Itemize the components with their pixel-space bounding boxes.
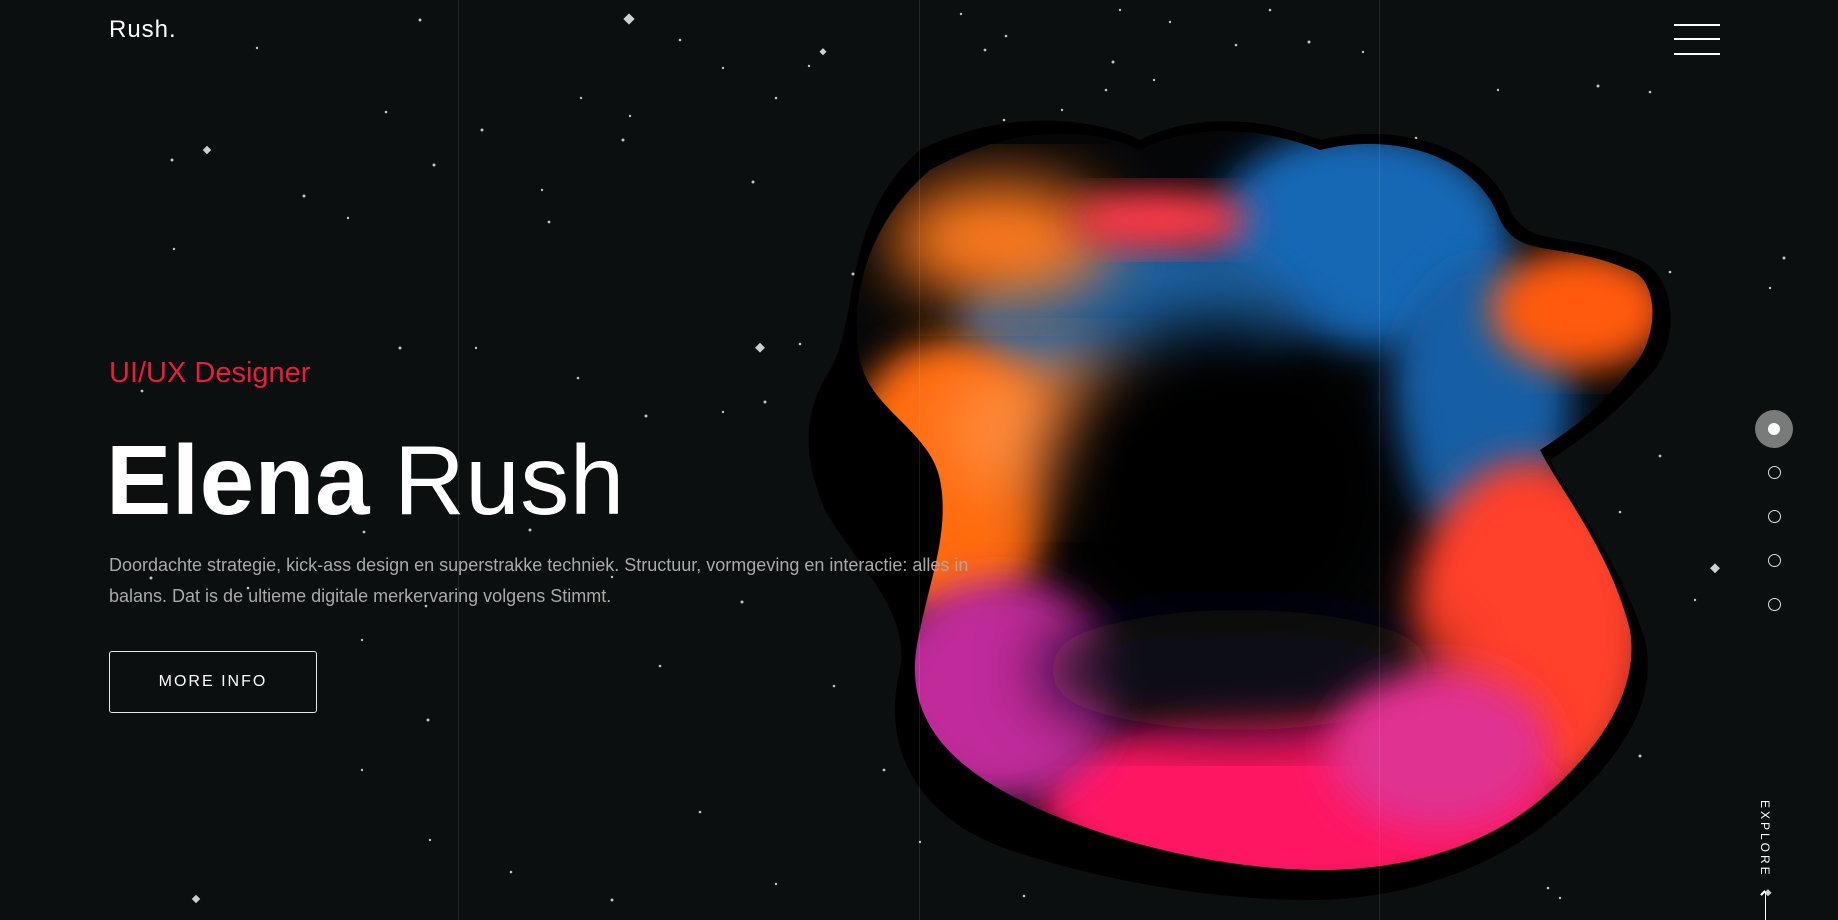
hero-section: Rush. UI/UX Designer Elena Rush Doordacht… <box>0 0 1838 920</box>
hero-last-name: Rush <box>393 425 625 535</box>
menu-bar <box>1674 24 1720 26</box>
menu-bar <box>1674 53 1720 55</box>
hamburger-menu-icon[interactable] <box>1674 22 1720 58</box>
slider-dot-1[interactable] <box>1755 410 1793 448</box>
slider-dot-3[interactable] <box>1768 510 1781 523</box>
hero-subtitle: UI/UX Designer <box>109 357 311 389</box>
slider-dot-5[interactable] <box>1768 598 1781 611</box>
more-info-button[interactable]: MORE INFO <box>109 651 317 713</box>
menu-bar <box>1674 38 1720 40</box>
grid-divider <box>1379 0 1380 920</box>
hero-title: Elena Rush <box>106 420 625 540</box>
slider-dot-2[interactable] <box>1768 466 1781 479</box>
site-logo[interactable]: Rush. <box>109 16 177 44</box>
hero-description: Doordachte strategie, kick-ass design en… <box>109 555 969 606</box>
hero-first-name: Elena <box>106 425 370 535</box>
grid-divider <box>919 0 920 920</box>
scroll-indicator-line <box>1765 892 1766 920</box>
explore-link[interactable]: EXPLORE <box>1752 800 1772 880</box>
abstract-3d-blob-illustration <box>808 120 1671 900</box>
slider-dot-4[interactable] <box>1768 554 1781 567</box>
slider-pagination <box>1755 410 1795 620</box>
